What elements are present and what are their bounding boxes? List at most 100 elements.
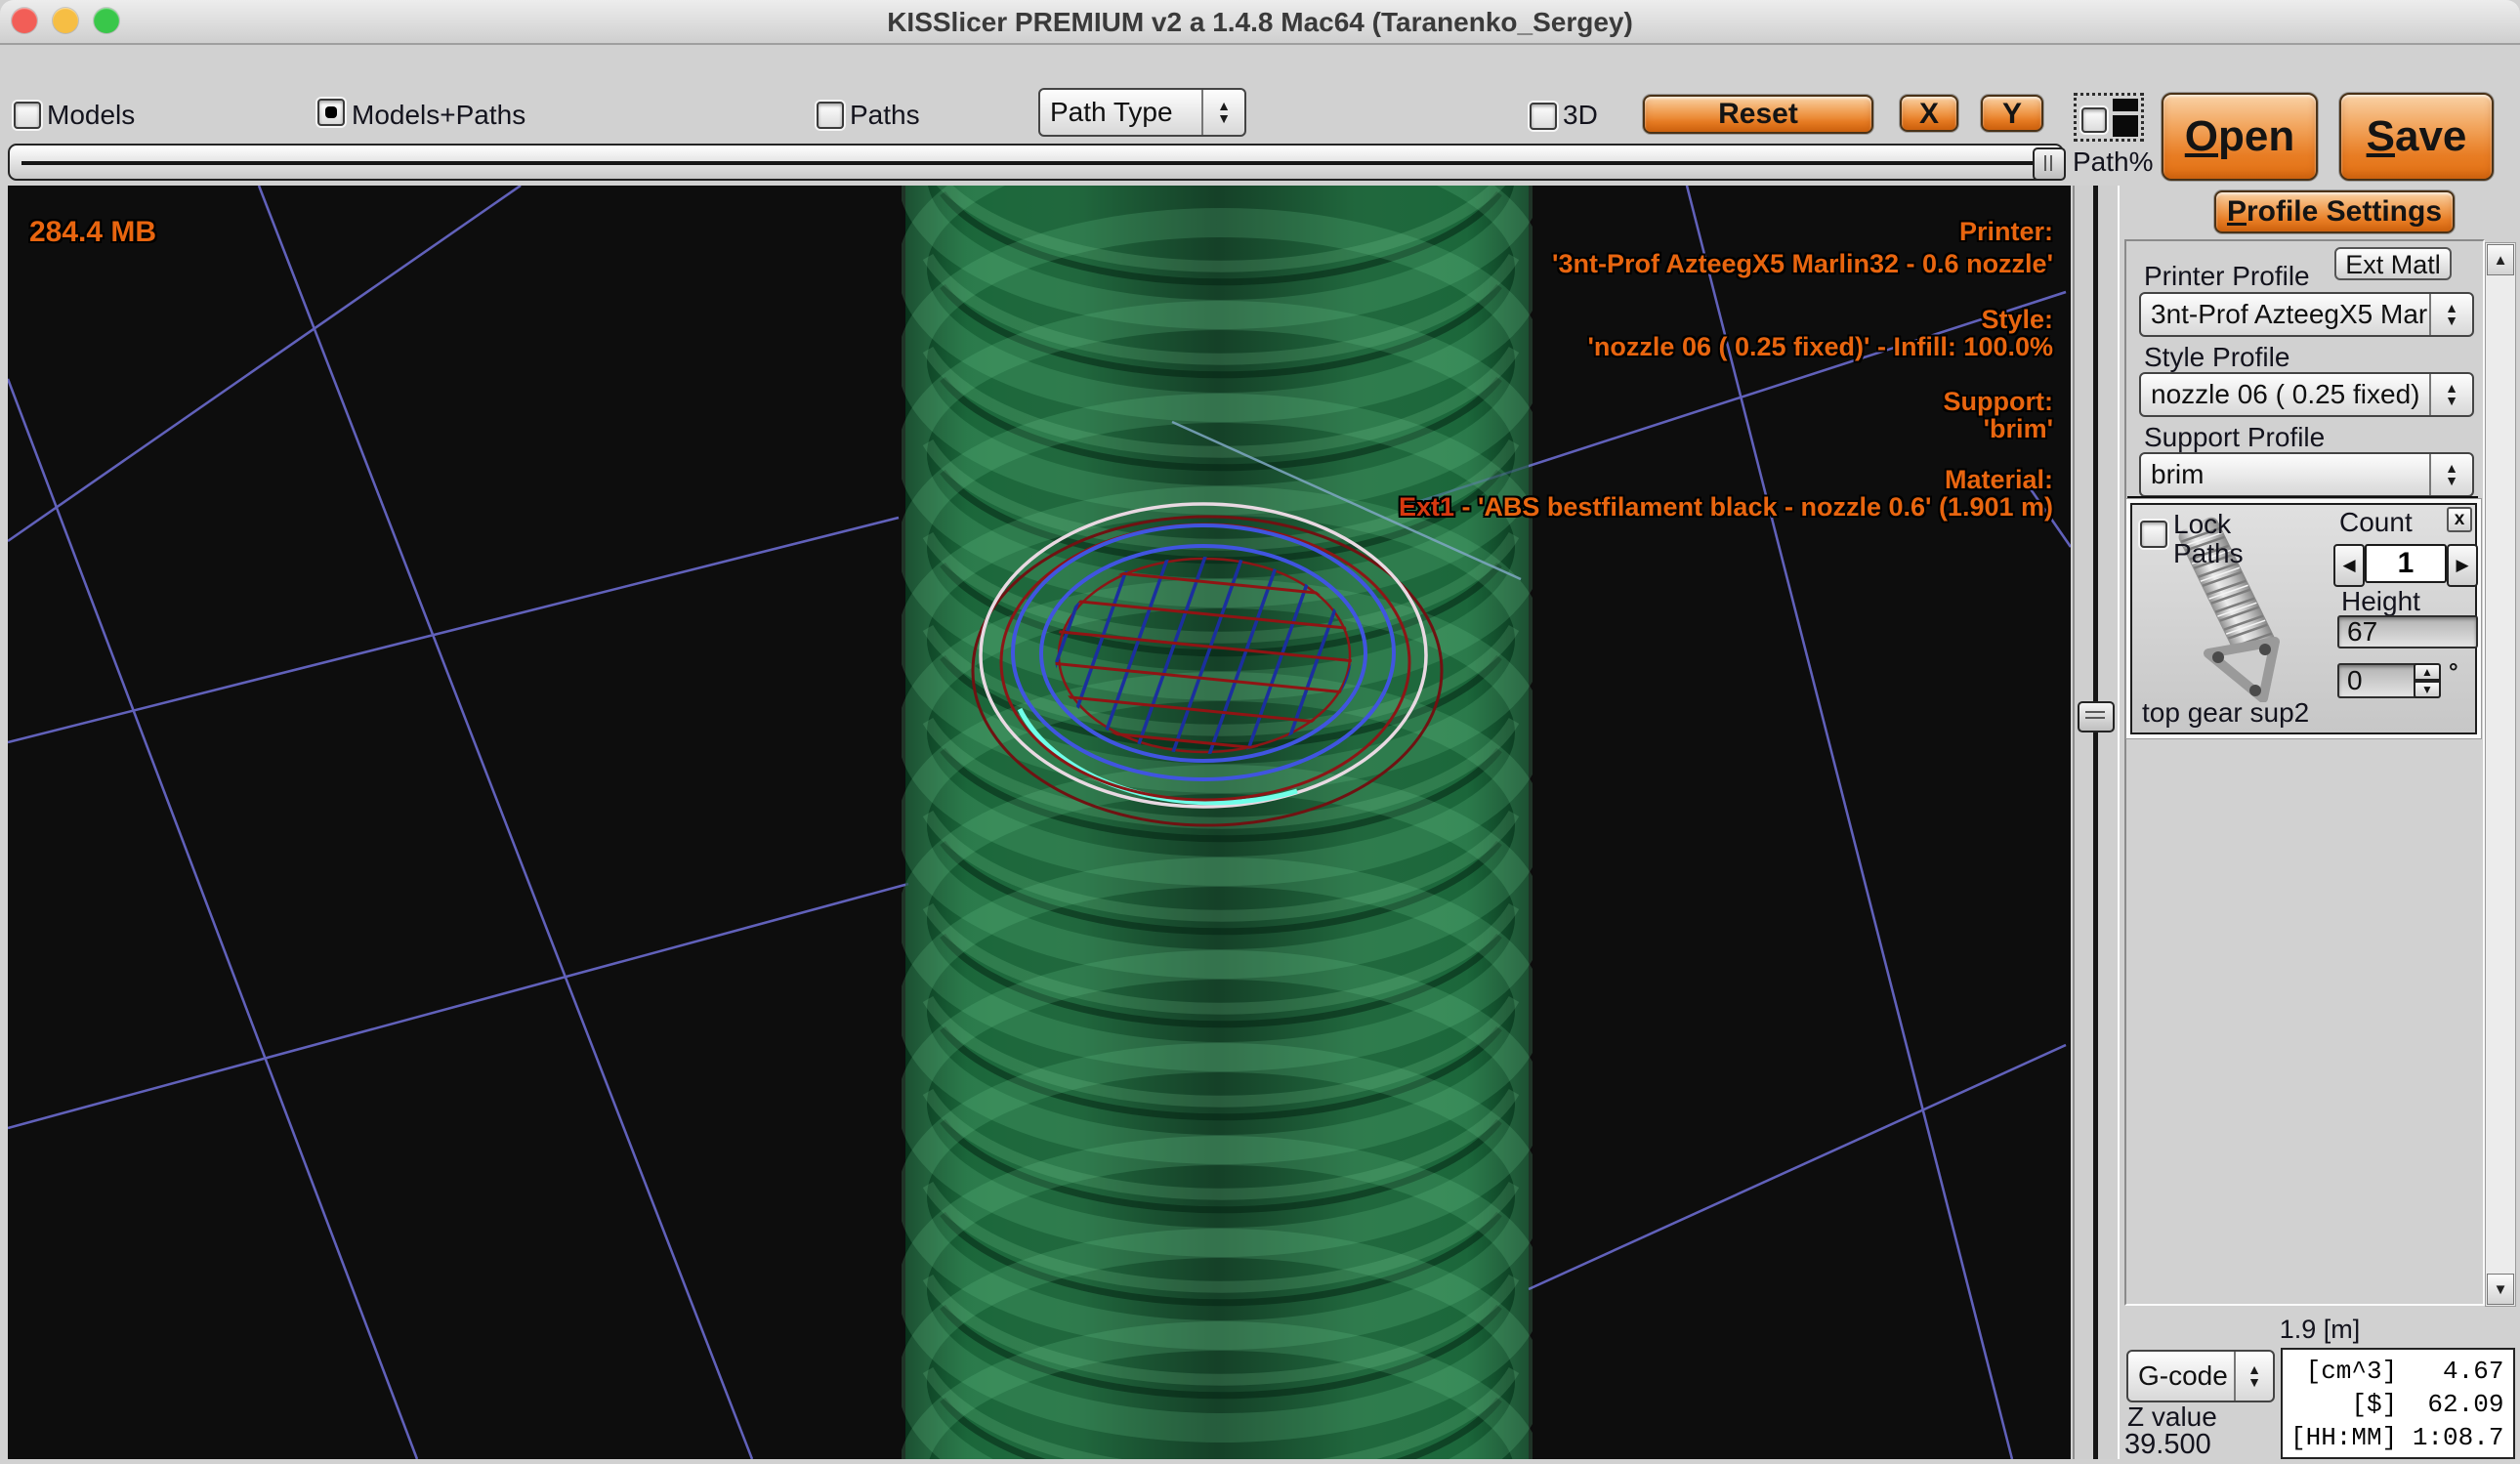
z-value-label: Z value	[2127, 1402, 2217, 1432]
profile-settings-button[interactable]: Profile Settings	[2214, 190, 2455, 233]
spinner-down-icon[interactable]: ▼	[2414, 681, 2441, 698]
printer-label: Printer:	[1399, 218, 2053, 245]
support-profile-value: brim	[2141, 454, 2429, 495]
slider-handle[interactable]	[2033, 147, 2066, 181]
layer-z-slider[interactable]	[2073, 186, 2120, 1459]
count-decrement-button[interactable]: ◀	[2333, 544, 2365, 587]
rotation-field[interactable]: 0	[2337, 663, 2419, 698]
scroll-down-icon: ▼	[2494, 1281, 2508, 1298]
title-bar: KISSlicer PREMIUM v2 a 1.4.8 Mac64 (Tara…	[0, 0, 2520, 45]
panel-scrollbar[interactable]: ▲ ▼	[2485, 242, 2516, 1307]
x-axis-button[interactable]: X	[1900, 95, 1958, 132]
material-value: Ext1 - 'ABS bestfilament black - nozzle …	[1399, 493, 2053, 521]
list-separator	[2127, 496, 2478, 502]
gcode-spinner[interactable]: ▲ ▼	[2234, 1352, 2273, 1401]
slider-track[interactable]	[21, 161, 2035, 165]
support-label: Support:	[1399, 388, 2053, 415]
memory-usage: 284.4 MB	[29, 219, 156, 246]
model-name-label: top gear sup2	[2142, 698, 2309, 728]
lock-paths-label: Lock	[2173, 510, 2231, 539]
support-value: 'brim'	[1399, 415, 2053, 442]
gcode-dropdown[interactable]: G-code ▲ ▼	[2126, 1350, 2275, 1402]
style-profile-value: nozzle 06 ( 0.25 fixed)	[2141, 374, 2429, 415]
slice-info-overlay: Printer: '3nt-Prof AzteegX5 Marlin32 - 0…	[1399, 218, 2053, 521]
material-label: Material:	[1399, 466, 2053, 493]
count-value-field[interactable]: 1	[2365, 544, 2447, 583]
path-progress-slider[interactable]	[8, 144, 2064, 181]
rotation-spinner[interactable]: ▲ ▼	[2414, 663, 2441, 698]
save-button[interactable]: Save	[2339, 93, 2494, 181]
support-profile-dropdown[interactable]: brim ▲ ▼	[2139, 452, 2474, 497]
printer-value: '3nt-Prof AzteegX5 Marlin32 - 0.6 nozzle…	[1399, 250, 2053, 277]
settings-panel: Profile Settings Ext Matl Printer Profil…	[2120, 186, 2520, 1463]
print-stats-text: [cm^3] 4.67 [$] 62.09 [HH:MM] 1:08.7	[2290, 1355, 2505, 1454]
print-stats-box: [cm^3] 4.67 [$] 62.09 [HH:MM] 1:08.7	[2281, 1348, 2515, 1459]
path-percent-icon	[2113, 115, 2138, 137]
ext-matl-button[interactable]: Ext Matl	[2334, 247, 2452, 280]
lock-paths-label: Paths	[2173, 539, 2244, 568]
step-right-icon: ▶	[2456, 556, 2468, 575]
rotation-unit-label: °	[2449, 659, 2458, 687]
height-field[interactable]: 67	[2337, 615, 2478, 648]
spinner-up-icon[interactable]: ▲	[2414, 663, 2441, 681]
filament-length-label: 1.9 [m]	[2212, 1315, 2427, 1344]
remove-model-button[interactable]: x	[2447, 507, 2472, 532]
layer-z-slider-track[interactable]	[2093, 186, 2098, 1459]
spinner-down-icon: ▼	[2247, 1376, 2261, 1389]
height-label: Height	[2341, 587, 2420, 616]
models-checkbox[interactable]	[14, 102, 41, 129]
models-paths-checkbox[interactable]	[317, 99, 345, 126]
viewport[interactable]: 284.4 MB Printer: '3nt-Prof AzteegX5 Mar…	[8, 186, 2071, 1459]
layer-z-slider-handle[interactable]	[2078, 701, 2115, 732]
threed-label: 3D	[1563, 101, 1598, 130]
printer-profile-spinner[interactable]: ▲ ▼	[2429, 294, 2472, 335]
spinner-down-icon: ▼	[2445, 314, 2458, 327]
model-list-item[interactable]: Lock Paths Count x ◀ 1 ▶ Height 67 0 ▲ ▼…	[2130, 503, 2477, 734]
printer-profile-dropdown[interactable]: 3nt-Prof AzteegX5 Marli ▲ ▼	[2139, 292, 2474, 337]
path-type-dropdown-value: Path Type	[1040, 90, 1201, 135]
reset-button[interactable]: Reset	[1643, 95, 1873, 134]
printer-profile-label: Printer Profile	[2144, 262, 2310, 291]
y-axis-button[interactable]: Y	[1981, 95, 2043, 132]
models-label: Models	[47, 101, 135, 130]
gcode-dropdown-value: G-code	[2128, 1352, 2234, 1401]
style-value: 'nozzle 06 ( 0.25 fixed)' - Infill: 100.…	[1399, 333, 2053, 360]
z-value: 39.500	[2124, 1430, 2211, 1459]
support-profile-spinner[interactable]: ▲ ▼	[2429, 454, 2472, 495]
profile-settings-label: Profile Settings	[2222, 195, 2447, 229]
scroll-up-button[interactable]: ▲	[2487, 244, 2514, 275]
material-extruder: Ext1	[1399, 492, 1454, 522]
path-type-dropdown[interactable]: Path Type ▲ ▼	[1038, 88, 1246, 137]
step-left-icon: ◀	[2342, 556, 2355, 575]
scroll-up-icon: ▲	[2494, 252, 2508, 269]
window-title: KISSlicer PREMIUM v2 a 1.4.8 Mac64 (Tara…	[0, 7, 2520, 38]
spinner-down-icon: ▼	[1217, 112, 1231, 125]
path-type-spinner[interactable]: ▲ ▼	[1201, 90, 1244, 135]
spinner-down-icon: ▼	[2445, 475, 2458, 487]
lock-paths-checkbox[interactable]	[2140, 521, 2167, 548]
path-percent-label: Path%	[2073, 147, 2154, 177]
printer-profile-value: 3nt-Prof AzteegX5 Marli	[2141, 294, 2429, 335]
count-increment-button[interactable]: ▶	[2447, 544, 2478, 587]
style-profile-label: Style Profile	[2144, 343, 2289, 372]
style-profile-dropdown[interactable]: nozzle 06 ( 0.25 fixed) ▲ ▼	[2139, 372, 2474, 417]
path-percent-icon	[2113, 99, 2138, 111]
checked-dot-icon	[325, 106, 337, 118]
scroll-down-button[interactable]: ▼	[2487, 1274, 2514, 1305]
open-button[interactable]: Open	[2162, 93, 2318, 181]
save-button-label: Save	[2347, 112, 2486, 161]
count-label: Count	[2339, 508, 2413, 537]
open-button-label: Open	[2169, 112, 2310, 161]
threed-checkbox[interactable]	[1530, 103, 1557, 130]
paths-label: Paths	[850, 101, 920, 130]
paths-checkbox[interactable]	[817, 102, 844, 129]
kisslicer-window: KISSlicer PREMIUM v2 a 1.4.8 Mac64 (Tara…	[0, 0, 2520, 1463]
style-profile-spinner[interactable]: ▲ ▼	[2429, 374, 2472, 415]
path-percent-group	[2074, 93, 2144, 142]
style-label: Style:	[1399, 306, 2053, 333]
models-paths-label: Models+Paths	[352, 101, 525, 130]
support-profile-label: Support Profile	[2144, 423, 2325, 452]
spinner-down-icon: ▼	[2445, 395, 2458, 407]
path-percent-checkbox[interactable]	[2081, 107, 2107, 133]
profiles-groupbox: Ext Matl Printer Profile 3nt-Prof Azteeg…	[2124, 239, 2485, 1306]
